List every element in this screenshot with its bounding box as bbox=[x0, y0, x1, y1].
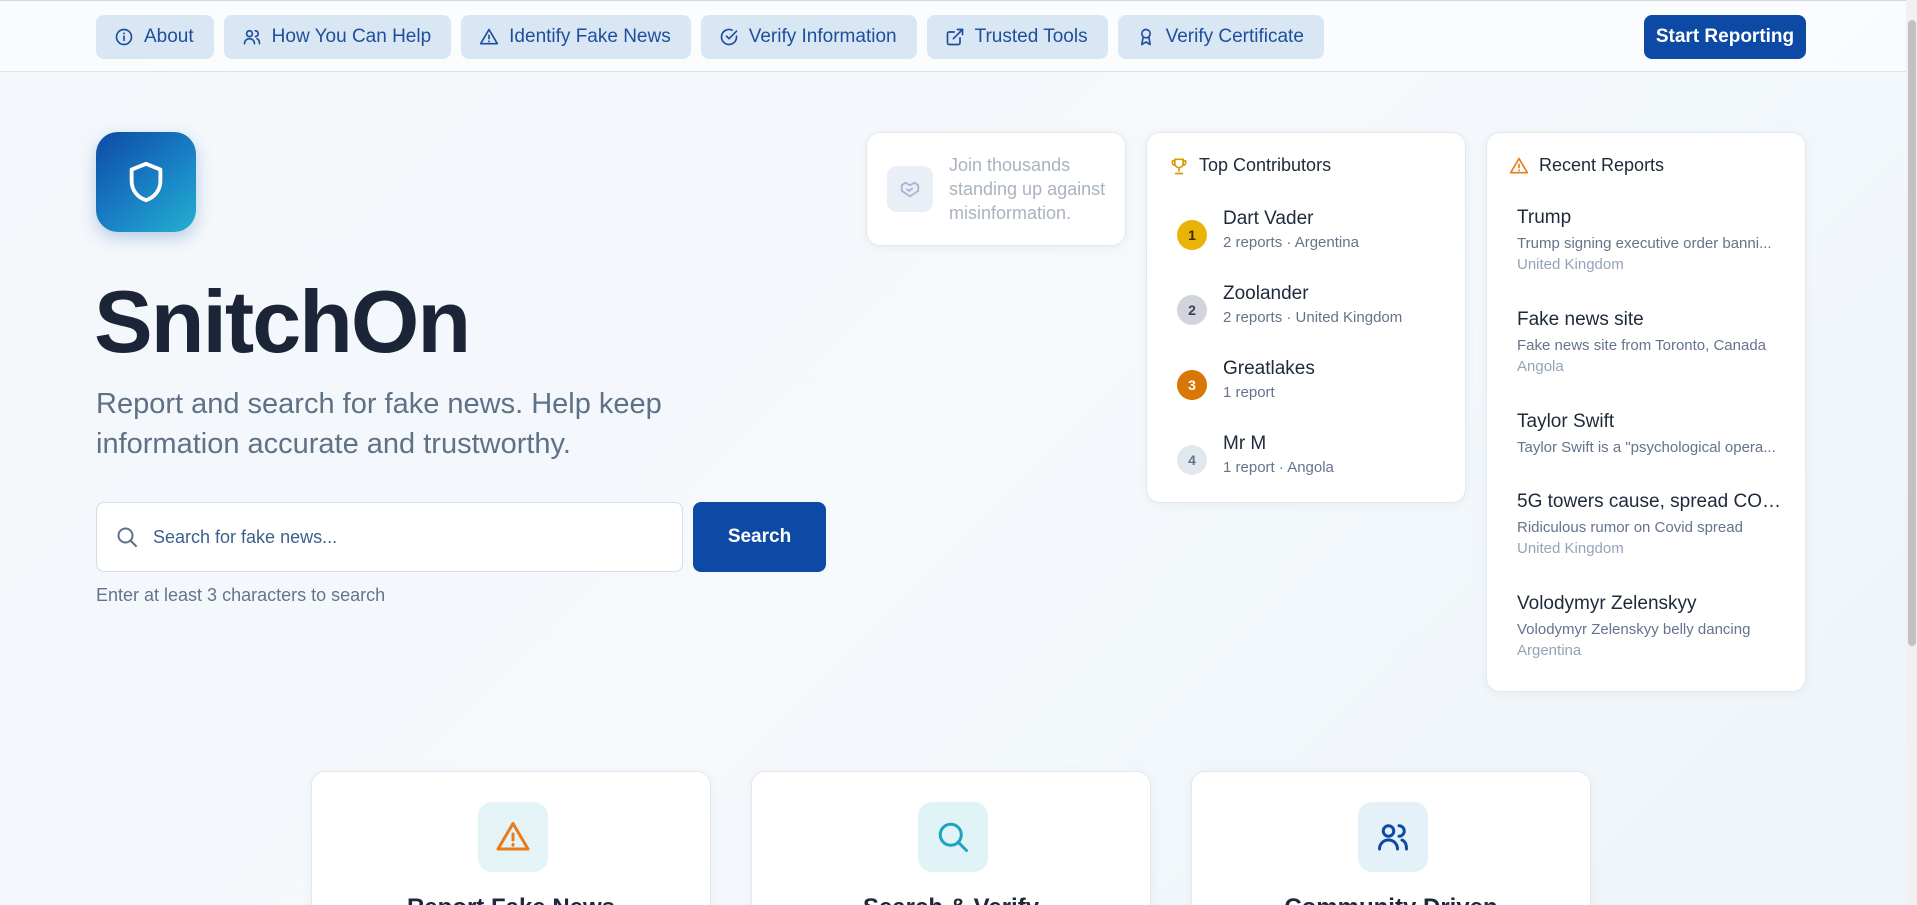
contributor-row[interactable]: 2 Zoolander 2 reports · United Kingdom bbox=[1177, 283, 1447, 343]
search-button[interactable]: Search bbox=[693, 502, 826, 572]
warning-icon bbox=[479, 28, 499, 45]
feature-title: Search & Verify bbox=[752, 894, 1150, 905]
join-text: Join thousands standing up against misin… bbox=[949, 155, 1106, 223]
nav-trusted-tools[interactable]: Trusted Tools bbox=[926, 15, 1108, 59]
handshake-icon bbox=[900, 181, 920, 198]
report-country: United Kingdom bbox=[1517, 256, 1624, 273]
rank-badge: 3 bbox=[1177, 370, 1207, 400]
feature-icon-tile bbox=[918, 802, 988, 872]
shield-icon bbox=[129, 161, 163, 203]
search-input[interactable] bbox=[153, 526, 633, 548]
report-title: Trump bbox=[1517, 207, 1572, 228]
users-icon bbox=[243, 29, 260, 45]
report-country: Angola bbox=[1517, 358, 1564, 375]
rank-badge: 4 bbox=[1177, 445, 1207, 475]
nav-verify-information-label: Verify Information bbox=[748, 26, 897, 47]
nav-verify-certificate[interactable]: Verify Certificate bbox=[1117, 15, 1324, 59]
nav-pills: About How You Can Help Identify Fake New… bbox=[96, 15, 1324, 59]
join-card: Join thousands standing up against misin… bbox=[866, 132, 1126, 246]
feature-icon-tile bbox=[478, 802, 548, 872]
search-hint: Enter at least 3 characters to search bbox=[96, 585, 386, 605]
contributor-meta: 1 report · Angola bbox=[1223, 459, 1334, 476]
report-title: Fake news site bbox=[1517, 309, 1644, 330]
start-reporting-button[interactable]: Start Reporting bbox=[1644, 15, 1806, 59]
users-icon bbox=[1378, 824, 1408, 851]
contributor-row[interactable]: 3 Greatlakes 1 report bbox=[1177, 358, 1447, 418]
report-description: Volodymyr Zelenskyy belly dancing bbox=[1517, 621, 1751, 638]
report-country: United Kingdom bbox=[1517, 540, 1624, 557]
top-nav: About How You Can Help Identify Fake New… bbox=[0, 0, 1906, 72]
report-title: Volodymyr Zelenskyy bbox=[1517, 593, 1697, 614]
nav-identify-fake-news-label: Identify Fake News bbox=[509, 26, 671, 47]
top-contributors-card: Top Contributors 1 Dart Vader 2 reports … bbox=[1146, 132, 1466, 503]
feature-card-community[interactable]: Community Driven bbox=[1191, 771, 1591, 905]
trophy-icon bbox=[1171, 158, 1187, 174]
nav-trusted-tools-label: Trusted Tools bbox=[974, 26, 1088, 47]
feature-title: Report Fake News bbox=[312, 894, 710, 905]
feature-card-search[interactable]: Search & Verify bbox=[751, 771, 1151, 905]
contributor-meta: 1 report bbox=[1223, 384, 1275, 401]
external-link-icon bbox=[946, 28, 963, 46]
warning-icon bbox=[496, 822, 530, 851]
nav-how-you-can-help[interactable]: How You Can Help bbox=[223, 15, 452, 59]
search-field[interactable] bbox=[96, 502, 683, 572]
check-circle-icon bbox=[720, 28, 738, 46]
nav-identify-fake-news[interactable]: Identify Fake News bbox=[461, 15, 691, 59]
join-icon-tile bbox=[887, 166, 933, 212]
report-item[interactable]: Volodymyr Zelenskyy Volodymyr Zelenskyy … bbox=[1517, 593, 1787, 659]
award-icon bbox=[1140, 28, 1151, 46]
top-contributors-header: Top Contributors bbox=[1169, 155, 1331, 176]
feature-icon-tile bbox=[1358, 802, 1428, 872]
info-icon bbox=[115, 28, 133, 46]
contributor-meta: 2 reports · Argentina bbox=[1223, 234, 1359, 251]
brand-title: SnitchOn bbox=[94, 272, 471, 371]
report-item[interactable]: Fake news site Fake news site from Toron… bbox=[1517, 309, 1787, 375]
recent-reports-header: Recent Reports bbox=[1509, 155, 1664, 176]
nav-how-you-can-help-label: How You Can Help bbox=[271, 26, 432, 47]
scrollbar[interactable] bbox=[1906, 0, 1917, 905]
rank-badge: 2 bbox=[1177, 295, 1207, 325]
nav-about-label: About bbox=[144, 26, 194, 47]
nav-verify-information[interactable]: Verify Information bbox=[700, 15, 917, 59]
report-description: Trump signing executive order banni... bbox=[1517, 235, 1772, 252]
contributor-name: Zoolander bbox=[1223, 283, 1309, 304]
report-description: Fake news site from Toronto, Canada bbox=[1517, 337, 1767, 354]
rank-badge: 1 bbox=[1177, 220, 1207, 250]
contributor-name: Mr M bbox=[1223, 433, 1267, 454]
scroll-thumb[interactable] bbox=[1908, 20, 1916, 646]
report-title: 5G towers cause, spread COVI... bbox=[1517, 491, 1787, 512]
report-item[interactable]: Trump Trump signing executive order bann… bbox=[1517, 207, 1787, 273]
logo bbox=[96, 132, 196, 232]
contributor-row[interactable]: 4 Mr M 1 report · Angola bbox=[1177, 433, 1447, 493]
contributor-meta: 2 reports · United Kingdom bbox=[1223, 309, 1403, 326]
feature-title: Community Driven bbox=[1192, 894, 1590, 905]
tagline: Report and search for fake news. Help ke… bbox=[96, 388, 662, 460]
warning-icon bbox=[1509, 157, 1529, 173]
report-description: Taylor Swift is a "psychological opera..… bbox=[1517, 439, 1776, 456]
page: About How You Can Help Identify Fake New… bbox=[0, 0, 1917, 905]
report-item[interactable]: Taylor Swift Taylor Swift is a "psycholo… bbox=[1517, 411, 1787, 456]
nav-about[interactable]: About bbox=[96, 15, 214, 59]
contributor-row[interactable]: 1 Dart Vader 2 reports · Argentina bbox=[1177, 208, 1447, 268]
report-title: Taylor Swift bbox=[1517, 411, 1615, 432]
report-description: Ridiculous rumor on Covid spread bbox=[1517, 519, 1743, 536]
nav-verify-certificate-label: Verify Certificate bbox=[1165, 26, 1304, 47]
recent-reports-title: Recent Reports bbox=[1539, 155, 1665, 175]
contributor-name: Greatlakes bbox=[1223, 358, 1315, 379]
report-country: Argentina bbox=[1517, 642, 1582, 659]
feature-card-report[interactable]: Report Fake News bbox=[311, 771, 711, 905]
top-contributors-title: Top Contributors bbox=[1199, 155, 1332, 175]
search-icon bbox=[938, 822, 968, 852]
search-icon bbox=[117, 527, 137, 547]
report-item[interactable]: 5G towers cause, spread COVI... Ridiculo… bbox=[1517, 491, 1787, 557]
contributor-name: Dart Vader bbox=[1223, 208, 1314, 229]
recent-reports-card: Recent Reports Trump Trump signing execu… bbox=[1486, 132, 1806, 692]
